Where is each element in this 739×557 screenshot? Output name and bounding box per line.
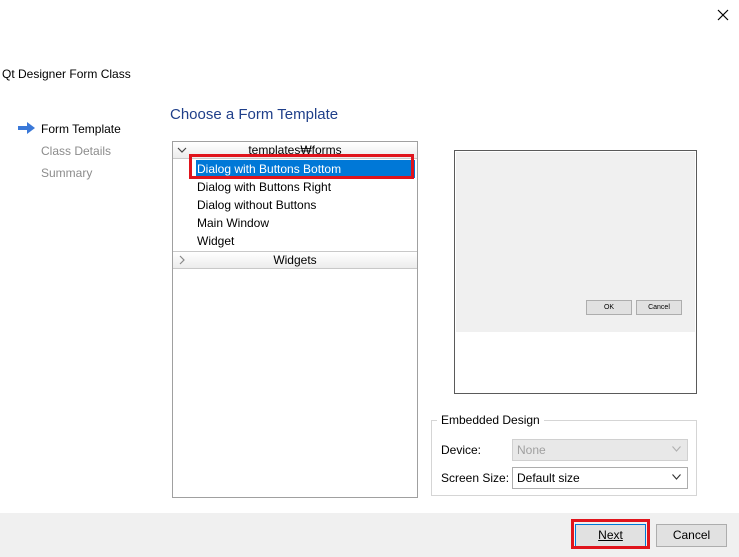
tree-item-main-window[interactable]: Main Window <box>196 214 415 232</box>
cancel-button[interactable]: Cancel <box>656 524 727 547</box>
tree-item-dialog-without-buttons[interactable]: Dialog without Buttons <box>196 196 415 214</box>
device-select: None <box>512 439 688 461</box>
next-highlight-box <box>571 519 650 549</box>
tree-item-widget[interactable]: Widget <box>196 232 415 250</box>
chevron-down-icon <box>177 147 187 153</box>
current-step-arrow-icon <box>18 122 35 134</box>
chevron-down-icon <box>672 474 681 480</box>
page-title: Choose a Form Template <box>170 106 339 123</box>
close-icon <box>717 9 729 21</box>
close-button[interactable] <box>712 4 734 26</box>
preview-dialog: OK Cancel <box>456 152 695 332</box>
template-tree[interactable]: templates₩forms Dialog with Buttons Bott… <box>172 141 418 498</box>
chevron-right-icon <box>179 255 185 265</box>
dialog-title: Qt Designer Form Class <box>2 67 131 81</box>
selection-highlight-box <box>189 154 414 179</box>
preview-ok-button: OK <box>586 300 632 315</box>
chevron-down-icon <box>672 446 681 452</box>
device-value: None <box>517 443 546 457</box>
screen-size-value: Default size <box>517 471 580 485</box>
preview-cancel-button: Cancel <box>636 300 682 315</box>
screen-size-select[interactable]: Default size <box>512 467 688 489</box>
group-header-widgets[interactable]: Widgets <box>173 251 417 269</box>
step-form-template: Form Template <box>41 122 121 136</box>
tree-item-dialog-buttons-right[interactable]: Dialog with Buttons Right <box>196 178 415 196</box>
device-label: Device: <box>441 443 482 457</box>
template-preview: OK Cancel <box>454 150 697 394</box>
step-class-details: Class Details <box>41 144 112 158</box>
group-label: Widgets <box>273 253 317 267</box>
embedded-design-title: Embedded Design <box>437 413 544 427</box>
step-summary: Summary <box>41 166 93 180</box>
screen-size-label: Screen Size: <box>441 471 510 485</box>
